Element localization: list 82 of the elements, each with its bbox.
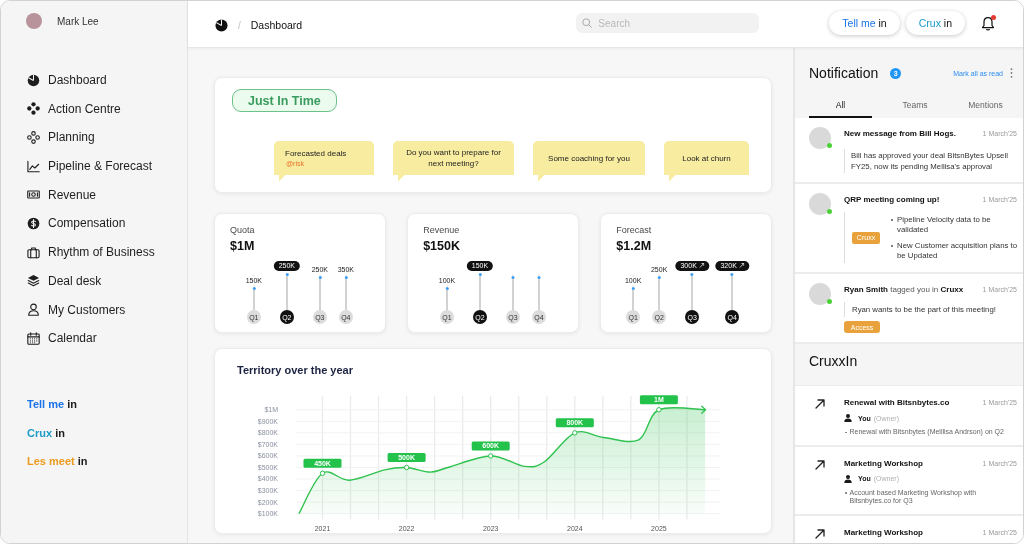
data-point (403, 464, 410, 471)
person-icon (844, 414, 852, 422)
section-title: CruxxIn (809, 353, 858, 369)
pie-chart-icon[interactable] (215, 18, 228, 32)
suggestion-bubble[interactable]: Some coaching for you (533, 141, 645, 181)
nav-item[interactable]: Deal desk (27, 272, 102, 289)
arrow-up-right-icon (815, 528, 825, 539)
person-icon (27, 303, 40, 316)
chart-title: Territory over the year (237, 363, 353, 377)
breadcrumb-separator: / (238, 19, 241, 31)
arrow-up-right-icon (815, 459, 825, 470)
search-icon (582, 18, 593, 28)
banknote-icon (27, 188, 40, 202)
kpi-value: $1M (230, 238, 255, 254)
person-icon (844, 474, 852, 483)
data-point-icon (285, 272, 289, 276)
nav-item[interactable]: Calendar (27, 330, 97, 347)
app-button[interactable]: Tell me in (829, 11, 900, 35)
data-point-icon (657, 276, 661, 280)
user-name: Mark Lee (57, 15, 99, 27)
notification-title: QRP meeting coming up! (844, 195, 940, 205)
trend-up-icon (738, 263, 744, 269)
pie-chart-icon (27, 73, 40, 87)
task-title: Renewal with Bitsnbytes.co (844, 398, 950, 408)
notification-title: New message from Bill Hogs. (844, 129, 957, 139)
data-point-icon (445, 287, 449, 291)
nav-item[interactable]: Revenue (27, 186, 97, 203)
dollar-icon (27, 216, 40, 230)
data-point-icon (478, 272, 482, 276)
more-icon[interactable] (1010, 68, 1013, 78)
data-point (656, 407, 662, 413)
app-link[interactable]: Tell me in (27, 397, 77, 412)
nav-item[interactable]: Action Centre (27, 100, 121, 117)
arrowhead-icon (701, 405, 707, 414)
search-field[interactable]: Search (576, 13, 760, 33)
kpi-title: Forecast (616, 225, 652, 236)
nav-item[interactable]: Rhythm of Business (27, 244, 155, 261)
calendar-icon (27, 331, 40, 345)
nav-item[interactable]: Compensation (27, 215, 126, 232)
app-link[interactable]: Les meet in (27, 454, 88, 469)
briefcase-icon (27, 245, 40, 259)
nav-item[interactable]: Pipeline & Forecast (27, 158, 153, 175)
avatar (809, 127, 831, 149)
data-point (572, 430, 578, 436)
panel-title: Notification (809, 65, 879, 81)
section-title: Just In Time (232, 89, 337, 112)
nav-item[interactable]: Dashboard (27, 72, 107, 88)
kpi-value: $1.2M (616, 238, 652, 254)
app-button[interactable]: Crux in (905, 11, 965, 35)
tab[interactable]: Mentions (958, 94, 1013, 118)
avatar (809, 193, 831, 215)
data-point (319, 470, 326, 476)
four-circles-icon (27, 130, 40, 144)
nav-item[interactable]: Planning (27, 129, 95, 146)
data-point-icon (631, 287, 635, 291)
tab[interactable]: Teams (872, 94, 958, 118)
kpi-title: Revenue (423, 225, 460, 236)
suggestion-bubble[interactable]: Look at churn (664, 141, 749, 181)
notification-title: Ryan Smith tagged you in Cruxx (844, 285, 964, 295)
data-point-icon (252, 287, 256, 291)
line-chart-icon (27, 159, 40, 173)
tab[interactable]: All (809, 94, 872, 118)
kpi-value: $150K (423, 238, 460, 254)
layers-icon (27, 274, 40, 288)
task-title: Marketing Workshop (844, 458, 923, 469)
nav-item[interactable]: My Customers (27, 301, 126, 318)
breadcrumb-page[interactable]: Dashboard (250, 19, 303, 31)
data-point-icon (690, 272, 694, 276)
data-point-icon (344, 276, 348, 280)
data-point-icon (730, 272, 734, 276)
bell-icon[interactable] (981, 15, 995, 31)
trend-up-icon (698, 263, 704, 269)
data-point (488, 453, 494, 459)
avatar (26, 13, 42, 29)
four-dots-icon (27, 102, 40, 116)
avatar (809, 283, 831, 305)
app-link[interactable]: Crux in (27, 425, 65, 440)
task-title: Marketing Workshop (844, 527, 923, 538)
suggestion-bubble[interactable]: Do you want to prepare for next meeting? (393, 141, 514, 181)
kpi-title: Quota (230, 225, 255, 236)
data-point-icon (318, 276, 322, 280)
arrow-up-right-icon (815, 399, 825, 409)
